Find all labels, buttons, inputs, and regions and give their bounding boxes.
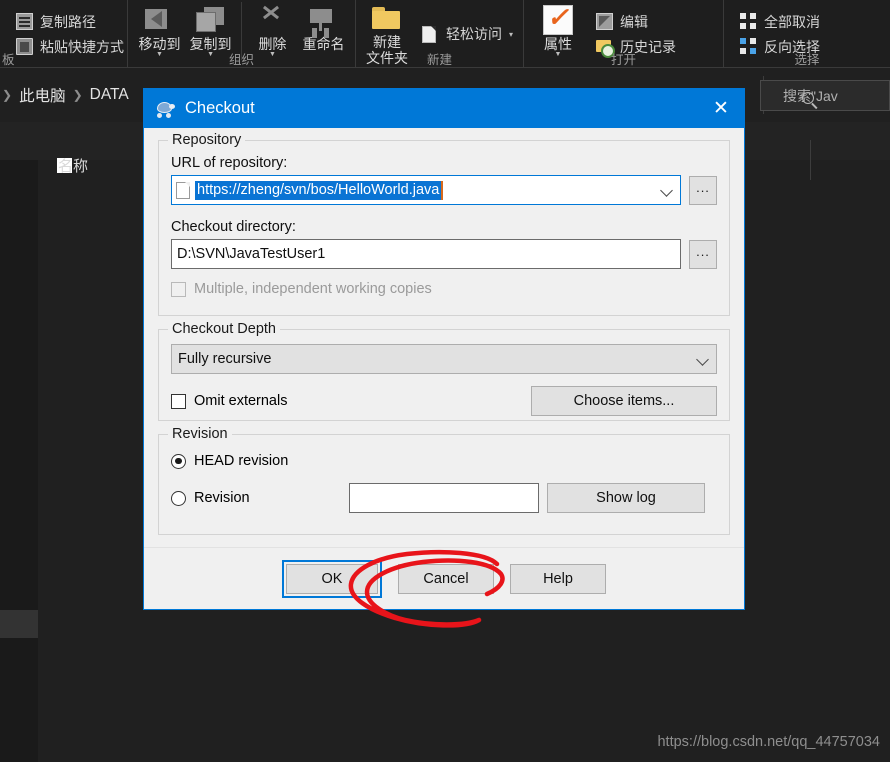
dialog-title: Checkout <box>185 99 255 117</box>
ribbon-group-open: 属性 ▼ 编辑 历史记录 打开 <box>524 0 724 68</box>
ribbon-item-label: 复制路径 <box>40 13 96 30</box>
ok-button-focus-ring: OK <box>282 559 382 598</box>
repository-group: Repository URL of repository: https://zh… <box>158 132 730 316</box>
ribbon-group-clipboard: 复制路径 粘贴快捷方式 板 <box>0 0 128 68</box>
ribbon-item-label: 轻松访问 <box>445 26 502 42</box>
select-none-icon <box>740 13 757 30</box>
url-input-value: https://zheng/svn/bos/HelloWorld.java <box>195 180 444 200</box>
ribbon-group-label: 新建 <box>426 53 452 67</box>
copy-path-icon <box>16 13 33 30</box>
ribbon-group-organize: 移动到 ▼ 复制到 ▼ 删除 ▼ 重命名 组织 <box>128 0 356 68</box>
checkout-depth-options-row: Omit externals Choose items... <box>171 386 717 416</box>
dialog-footer: OK Cancel Help <box>144 547 744 609</box>
repository-group-label: Repository <box>168 132 246 148</box>
search-input[interactable]: 搜索"Jav <box>760 80 890 111</box>
ribbon-item-edit[interactable]: 编辑 <box>592 9 680 34</box>
ribbon-item-copy-path[interactable]: 复制路径 <box>12 9 128 34</box>
column-header-name[interactable]: 名称 <box>58 155 88 176</box>
document-icon <box>176 181 190 199</box>
checkout-depth-group: Checkout Depth Fully recursive Omit exte… <box>158 321 730 421</box>
revision-radio[interactable] <box>171 490 186 506</box>
multiple-working-copies-label: Multiple, independent working copies <box>194 281 432 297</box>
breadcrumb-item-data[interactable]: DATA <box>90 86 129 104</box>
checkout-directory-input[interactable]: D:\SVN\JavaTestUser1 <box>171 239 681 269</box>
ribbon-item-select-none[interactable]: 全部取消 <box>736 9 824 34</box>
help-button[interactable]: Help <box>510 563 606 594</box>
checkout-directory-row: D:\SVN\JavaTestUser1 ... <box>171 239 717 269</box>
head-revision-radio[interactable] <box>171 453 186 469</box>
close-icon[interactable]: ✕ <box>698 89 744 128</box>
delete-icon <box>258 4 286 36</box>
cancel-button[interactable]: Cancel <box>398 563 494 594</box>
ribbon-group-new: 新建 文件夹 轻松访问 ▾ 新建 <box>356 0 524 68</box>
search-icon <box>802 92 814 104</box>
breadcrumb-item-this-pc[interactable]: 此电脑 <box>19 84 66 106</box>
ribbon-item-label: 编辑 <box>620 13 648 30</box>
ribbon-group-select: 全部取消 反向选择 选择 <box>724 0 890 68</box>
ribbon-item-easy-access[interactable]: 轻松访问 ▾ <box>418 22 517 47</box>
easy-access-icon <box>421 25 439 43</box>
dialog-title-bar: Checkout ✕ <box>144 89 744 128</box>
checkout-directory-label: Checkout directory: <box>171 219 296 235</box>
dialog-body: Repository URL of repository: https://zh… <box>144 128 744 535</box>
url-label: URL of repository: <box>171 155 288 171</box>
rename-icon <box>308 4 338 36</box>
watermark-text: https://blog.csdn.net/qq_44757034 <box>657 734 880 750</box>
revision-input[interactable] <box>349 483 539 513</box>
checkout-depth-value: Fully recursive <box>178 351 272 367</box>
ok-button[interactable]: OK <box>286 563 378 594</box>
properties-icon <box>543 2 573 36</box>
navigation-pane[interactable] <box>0 122 38 762</box>
multiple-working-copies-row[interactable]: Multiple, independent working copies <box>171 281 717 297</box>
ribbon-item-label: 全部取消 <box>764 13 820 30</box>
omit-externals-label: Omit externals <box>194 393 288 409</box>
edit-icon <box>596 13 613 30</box>
column-separator[interactable] <box>810 140 811 180</box>
revision-label: Revision <box>194 490 250 506</box>
revision-radio-group[interactable]: Revision <box>171 490 341 506</box>
chevron-right-icon: ❯ <box>2 88 13 102</box>
chevron-down-icon[interactable] <box>660 184 673 197</box>
ribbon-group-label: 组织 <box>228 53 254 67</box>
ribbon-group-label: 选择 <box>794 53 820 67</box>
revision-row: Revision Show log <box>171 483 717 513</box>
move-to-icon <box>144 4 175 36</box>
navigation-pane-selected-item[interactable] <box>0 610 38 638</box>
tortoisesvn-turtle-icon <box>154 100 175 118</box>
choose-items-button[interactable]: Choose items... <box>531 386 717 416</box>
copy-to-icon <box>195 4 226 36</box>
new-folder-icon <box>370 4 404 34</box>
checkout-directory-browse-button[interactable]: ... <box>689 239 717 269</box>
head-revision-row[interactable]: HEAD revision <box>171 453 717 469</box>
show-log-button[interactable]: Show log <box>547 483 705 513</box>
ribbon-toolbar: 复制路径 粘贴快捷方式 板 移动到 ▼ 复制到 ▼ 删除 ▼ 重命名 组织 新建… <box>0 0 890 68</box>
checkout-depth-group-label: Checkout Depth <box>168 321 280 337</box>
checkout-dialog: Checkout ✕ Repository URL of repository:… <box>143 88 745 610</box>
omit-externals-checkbox[interactable] <box>171 393 186 409</box>
url-row: https://zheng/svn/bos/HelloWorld.java ..… <box>171 175 717 205</box>
chevron-right-icon: ❯ <box>72 88 83 102</box>
chevron-down-icon: ▾ <box>508 29 513 39</box>
url-browse-button[interactable]: ... <box>689 175 717 205</box>
revision-group: Revision HEAD revision Revision Show log <box>158 426 730 535</box>
breadcrumb[interactable]: ❯ 此电脑 ❯ DATA <box>0 84 129 106</box>
ribbon-group-label: 打开 <box>610 53 636 67</box>
ribbon-group-label: 板 <box>2 53 15 67</box>
url-input[interactable]: https://zheng/svn/bos/HelloWorld.java <box>171 175 681 205</box>
checkout-depth-select[interactable]: Fully recursive <box>171 344 717 374</box>
checkout-directory-value: D:\SVN\JavaTestUser1 <box>177 246 326 262</box>
chevron-down-icon[interactable] <box>696 353 709 366</box>
revision-group-label: Revision <box>168 426 232 442</box>
multiple-working-copies-checkbox[interactable] <box>171 281 186 297</box>
head-revision-label: HEAD revision <box>194 453 289 469</box>
